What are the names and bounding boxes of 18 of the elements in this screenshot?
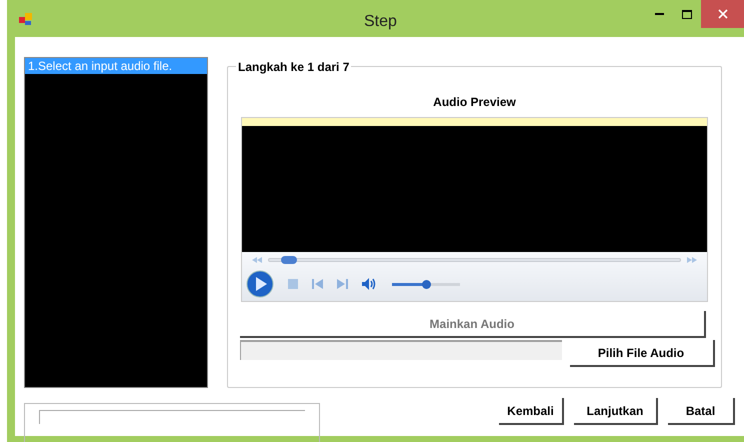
file-path-field[interactable]: [240, 340, 562, 360]
app-icon: [19, 12, 33, 26]
volume-thumb[interactable]: [422, 280, 431, 288]
dialog-button[interactable]: Batal: [668, 398, 735, 425]
dialog-button[interactable]: Kembali: [499, 398, 564, 425]
dialog-button[interactable]: Pilih File Audio: [570, 340, 714, 367]
play-icon[interactable]: [246, 270, 274, 298]
speaker-icon[interactable]: [362, 278, 378, 290]
dialog-button[interactable]: Lanjutkan: [574, 398, 658, 425]
seek-thumb[interactable]: [281, 256, 298, 264]
previous-icon[interactable]: [312, 279, 323, 289]
preview-heading: Audio Preview: [433, 94, 516, 111]
window-title: Step: [364, 12, 397, 32]
close-icon: [718, 9, 728, 19]
next-icon[interactable]: [337, 279, 348, 289]
seek-track[interactable]: [268, 258, 681, 262]
close-button[interactable]: [701, 0, 744, 28]
volume-track[interactable]: [392, 282, 460, 286]
